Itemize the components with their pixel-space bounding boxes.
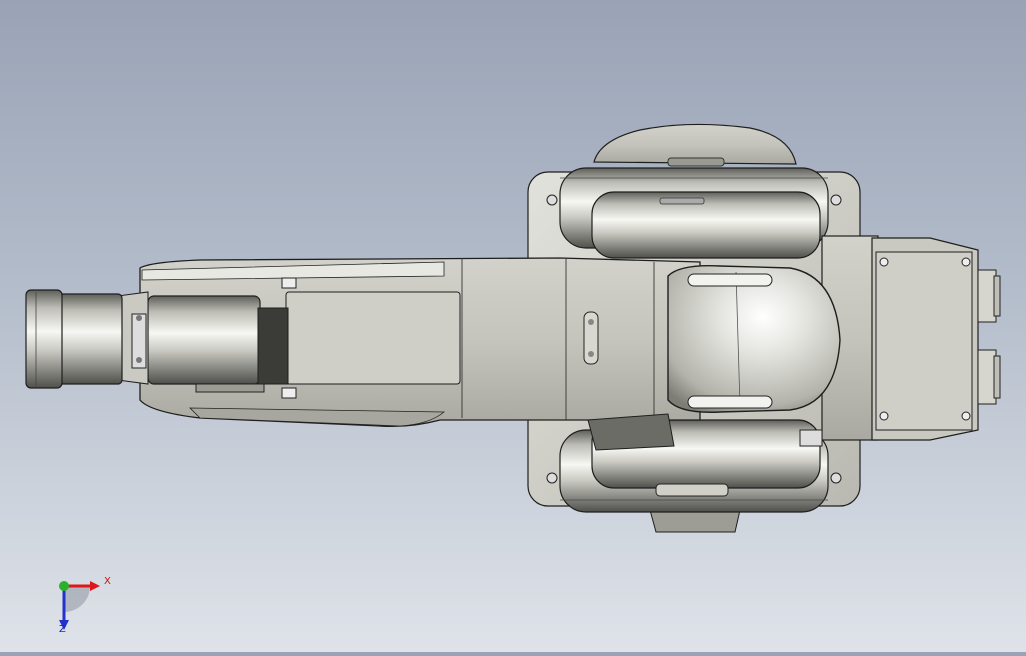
z-axis-label: Z [59,624,66,635]
x-axis-label: X [104,576,111,587]
coordinate-triad: X Z [50,572,120,638]
cad-viewport[interactable]: X Z [0,0,1026,652]
robot-arm-model[interactable] [0,0,1026,652]
robot-forearm[interactable] [25,257,701,428]
